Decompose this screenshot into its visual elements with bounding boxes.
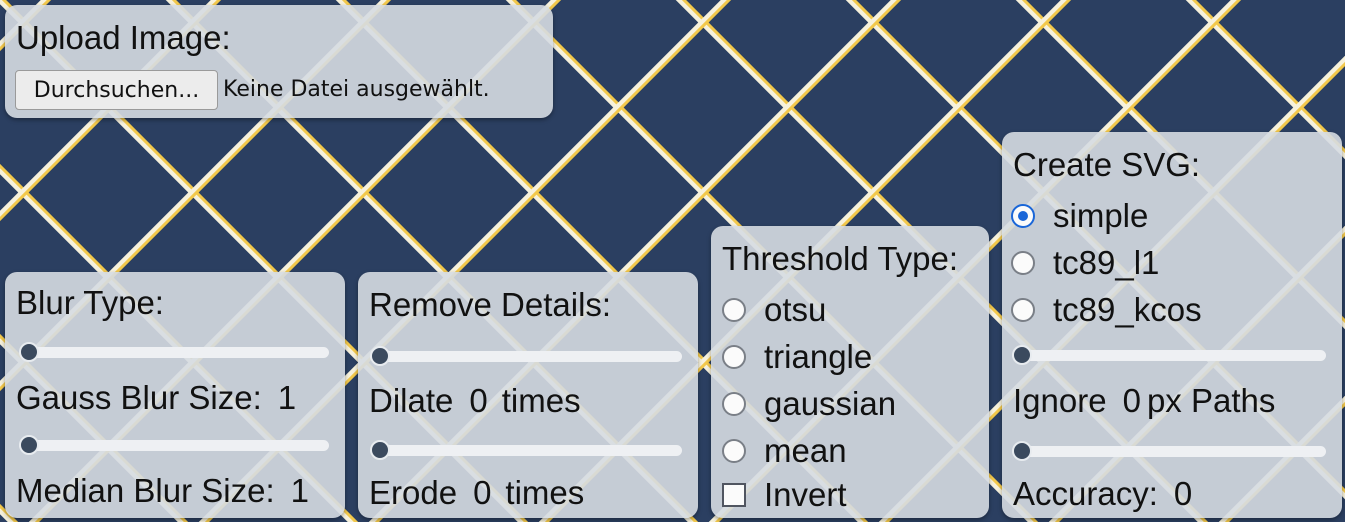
accuracy-row: Accuracy: 0	[1013, 475, 1192, 513]
blur-title: Blur Type:	[16, 284, 164, 321]
threshold-radio-otsu[interactable]	[722, 298, 746, 322]
threshold-option-label: otsu	[764, 291, 827, 328]
ignore-paths-slider-thumb[interactable]	[1012, 345, 1032, 365]
accuracy-slider-thumb[interactable]	[1012, 441, 1032, 461]
svg-option-tc89-kcos[interactable]: tc89_kcos	[1011, 291, 1202, 329]
threshold-radio-triangle[interactable]	[722, 345, 746, 369]
svg-option-label: tc89_l1	[1053, 244, 1160, 281]
upload-title: Upload Image:	[16, 19, 231, 56]
svg-option-simple[interactable]: simple	[1011, 197, 1148, 235]
svg-radio-simple[interactable]	[1011, 204, 1035, 228]
gauss-blur-slider[interactable]	[19, 342, 329, 362]
accuracy-value: 0	[1173, 475, 1193, 512]
upload-panel: Upload Image: Durchsuchen... Keine Datei…	[5, 5, 553, 118]
erode-label: Erode	[369, 474, 458, 511]
threshold-option-label: mean	[764, 432, 847, 469]
remove-details-panel: Remove Details: Dilate 0 times Erode 0 t…	[358, 272, 698, 518]
median-blur-slider[interactable]	[19, 435, 329, 455]
threshold-option-gaussian[interactable]: gaussian	[722, 385, 896, 423]
gauss-blur-row: Gauss Blur Size: 1	[16, 379, 296, 417]
create-svg-panel: Create SVG: simple tc89_l1 tc89_kcos Ign…	[1002, 132, 1342, 518]
threshold-option-triangle[interactable]: triangle	[722, 338, 872, 376]
threshold-radio-gaussian[interactable]	[722, 392, 746, 416]
svg-radio-tc89-kcos[interactable]	[1011, 298, 1035, 322]
blur-panel: Blur Type: Gauss Blur Size: 1 Median Blu…	[5, 272, 345, 518]
erode-unit: times	[505, 474, 585, 511]
browse-button[interactable]: Durchsuchen...	[15, 70, 218, 110]
dilate-slider[interactable]	[370, 346, 682, 366]
median-blur-slider-thumb[interactable]	[19, 435, 39, 455]
gauss-blur-slider-thumb[interactable]	[19, 342, 39, 362]
median-blur-value: 1	[290, 472, 309, 509]
threshold-option-label: gaussian	[764, 385, 897, 422]
dilate-value: 0	[469, 382, 488, 419]
median-blur-row: Median Blur Size: 1	[16, 472, 309, 510]
dilate-row: Dilate 0 times	[369, 382, 581, 420]
svg-option-label: tc89_kcos	[1053, 291, 1202, 328]
create-svg-title: Create SVG:	[1013, 146, 1201, 183]
svg-radio-tc89-l1[interactable]	[1011, 251, 1035, 275]
dilate-slider-thumb[interactable]	[370, 346, 390, 366]
dilate-label: Dilate	[369, 382, 454, 419]
gauss-blur-label: Gauss Blur Size:	[16, 379, 262, 416]
svg-option-tc89-l1[interactable]: tc89_l1	[1011, 244, 1159, 282]
erode-slider[interactable]	[370, 440, 682, 460]
accuracy-label: Accuracy:	[1013, 475, 1158, 512]
gauss-blur-value: 1	[277, 379, 297, 416]
erode-row: Erode 0 times	[369, 474, 584, 512]
threshold-radio-mean[interactable]	[722, 439, 746, 463]
file-status-text: Keine Datei ausgewählt.	[223, 77, 490, 102]
invert-option[interactable]: Invert	[722, 476, 847, 514]
median-blur-label: Median Blur Size:	[16, 472, 275, 509]
remove-details-title: Remove Details:	[369, 286, 612, 323]
erode-slider-thumb[interactable]	[370, 440, 390, 460]
threshold-title: Threshold Type:	[722, 240, 959, 277]
dilate-unit: times	[501, 382, 581, 419]
accuracy-slider[interactable]	[1012, 441, 1326, 461]
erode-value: 0	[473, 474, 492, 511]
ignore-label: Ignore	[1013, 382, 1107, 419]
ignore-paths-row: Ignore 0 px Paths	[1013, 382, 1275, 420]
threshold-panel: Threshold Type: otsu triangle gaussian m…	[711, 226, 989, 518]
ignore-value: 0	[1122, 382, 1141, 419]
invert-checkbox[interactable]	[722, 483, 746, 507]
ignore-paths-slider[interactable]	[1012, 345, 1326, 365]
invert-label: Invert	[764, 476, 847, 513]
svg-option-label: simple	[1053, 197, 1149, 234]
threshold-option-otsu[interactable]: otsu	[722, 291, 826, 329]
threshold-option-mean[interactable]: mean	[722, 432, 847, 470]
ignore-unit: px Paths	[1146, 382, 1276, 419]
threshold-option-label: triangle	[764, 338, 873, 375]
